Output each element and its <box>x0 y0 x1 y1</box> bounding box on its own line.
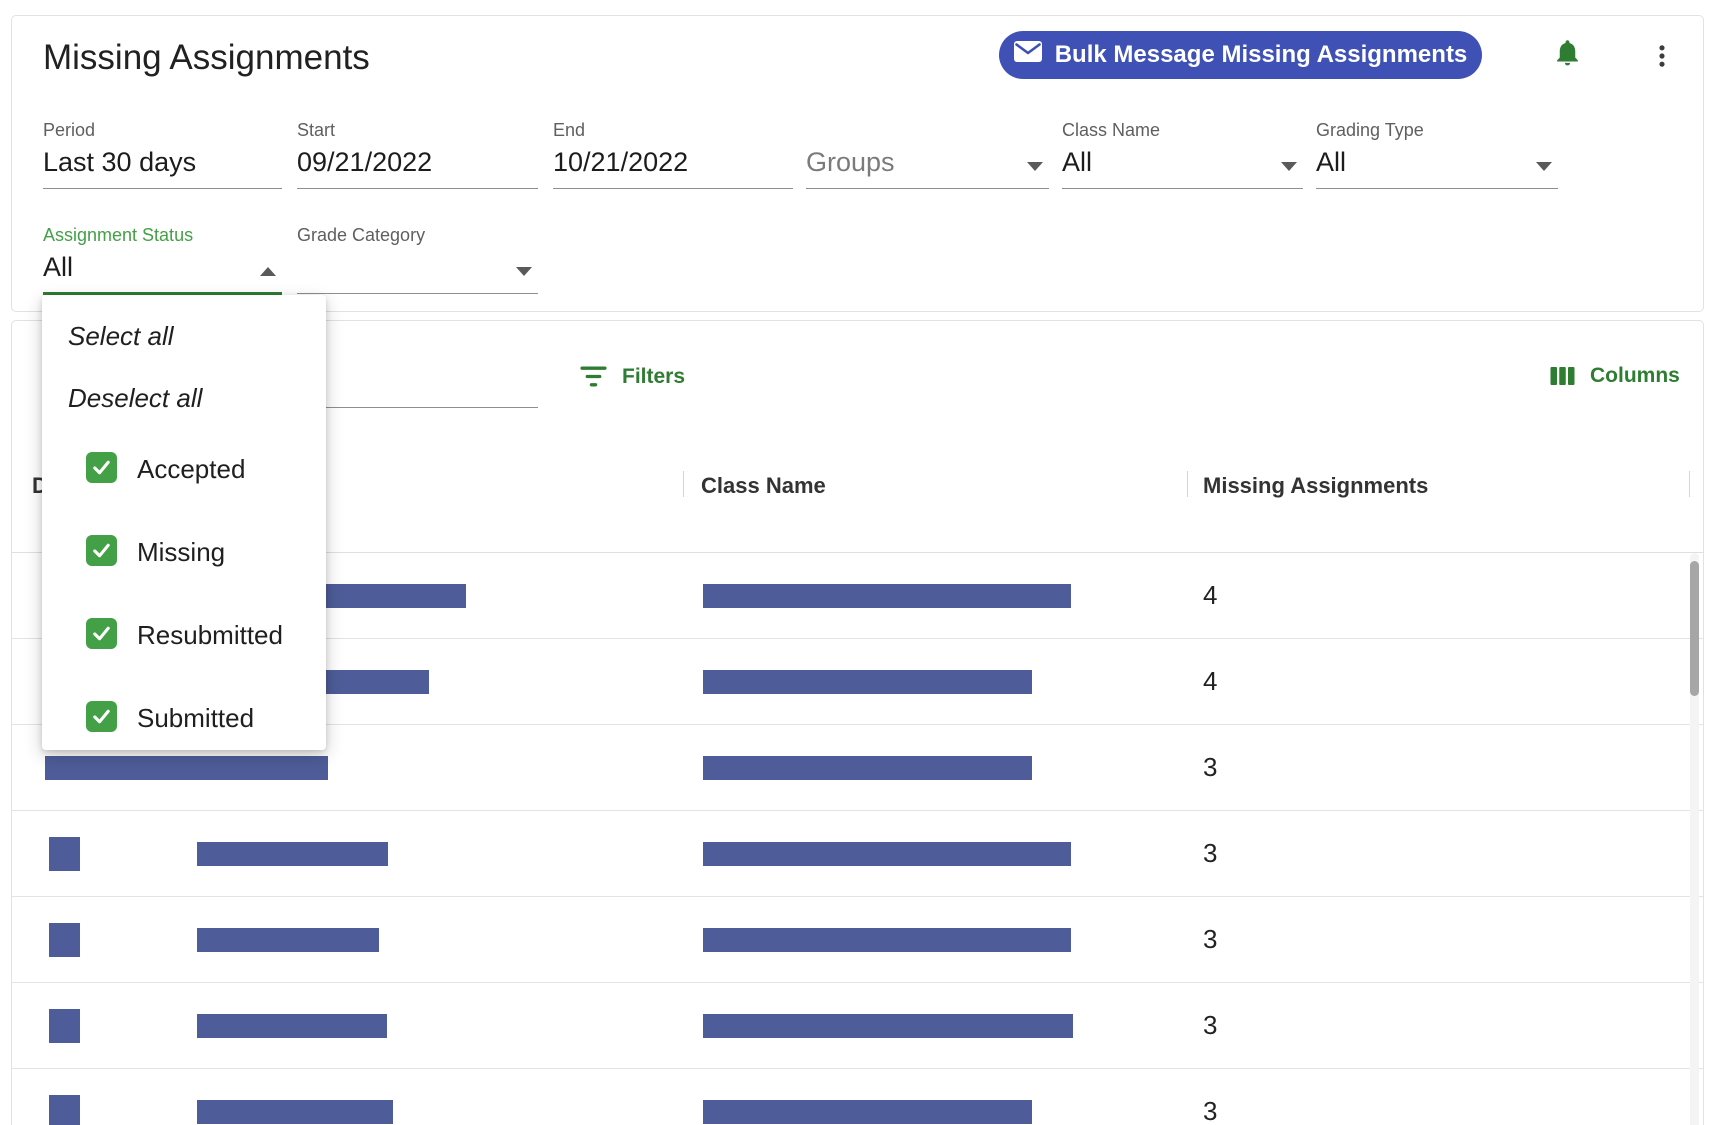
chevron-down-icon <box>516 267 532 276</box>
status-option-label: Accepted <box>137 454 246 484</box>
field-underline <box>43 188 282 189</box>
status-option-label: Resubmitted <box>137 620 283 650</box>
field-underline <box>297 188 538 189</box>
start-date-field[interactable]: Start 09/21/2022 <box>297 120 538 196</box>
redacted-avatar <box>49 837 80 871</box>
missing-count: 3 <box>1203 838 1218 868</box>
grading-type-value: All <box>1316 147 1347 177</box>
missing-count: 3 <box>1203 752 1218 782</box>
table-row[interactable]: 3 <box>12 1069 1703 1125</box>
notifications-bell-icon[interactable] <box>1552 37 1583 68</box>
redacted-student-name <box>45 756 328 780</box>
status-option-resubmitted[interactable]: Resubmitted <box>42 618 326 652</box>
column-header-missing-assignments[interactable]: Missing Assignments <box>1203 473 1428 499</box>
end-value: 10/21/2022 <box>553 147 689 177</box>
filter-icon <box>579 364 608 389</box>
groups-placeholder: Groups <box>806 147 895 177</box>
redacted-class-name <box>703 584 1071 608</box>
status-option-submitted[interactable]: Submitted <box>42 701 326 735</box>
filters-button[interactable]: Filters <box>579 364 685 389</box>
missing-count: 3 <box>1203 1010 1218 1040</box>
end-label: End <box>553 120 586 140</box>
redacted-student-name <box>197 928 379 952</box>
chevron-down-icon <box>1027 162 1043 171</box>
start-value: 09/21/2022 <box>297 147 433 177</box>
class-name-select[interactable]: Class Name All <box>1062 120 1303 196</box>
status-option-accepted[interactable]: Accepted <box>42 452 326 486</box>
page-title: Missing Assignments <box>43 38 370 77</box>
missing-count: 4 <box>1203 580 1218 610</box>
redacted-class-name <box>703 1100 1032 1124</box>
grading-type-label: Grading Type <box>1316 120 1424 140</box>
filters-card: Missing Assignments Bulk Message Missing… <box>11 15 1704 312</box>
redacted-class-name <box>703 670 1032 694</box>
missing-assignments-page: Missing Assignments Bulk Message Missing… <box>0 0 1720 1125</box>
field-underline <box>1062 188 1303 189</box>
select-all-option[interactable]: Select all <box>68 321 174 352</box>
redacted-avatar <box>49 1095 80 1125</box>
period-value: Last 30 days <box>43 147 197 177</box>
chevron-up-icon <box>260 267 276 276</box>
columns-label: Columns <box>1590 364 1680 387</box>
missing-count: 3 <box>1203 1096 1218 1125</box>
columns-icon <box>1549 364 1576 388</box>
assignment-status-value: All <box>43 252 74 282</box>
field-underline <box>806 188 1049 189</box>
checkbox-checked-icon[interactable] <box>86 618 117 649</box>
class-name-label: Class Name <box>1062 120 1161 140</box>
column-header-class-name[interactable]: Class Name <box>701 473 826 499</box>
redacted-avatar <box>49 923 80 957</box>
start-label: Start <box>297 120 336 140</box>
grade-category-label: Grade Category <box>297 225 426 245</box>
columns-button[interactable]: Columns <box>1549 364 1680 388</box>
grading-type-select[interactable]: Grading Type All <box>1316 120 1558 196</box>
field-underline <box>1316 188 1558 189</box>
field-underline <box>297 293 538 294</box>
checkbox-checked-icon[interactable] <box>86 452 117 483</box>
redacted-class-name <box>703 842 1071 866</box>
grade-category-select[interactable]: Grade Category <box>297 225 538 301</box>
redacted-avatar <box>49 1009 80 1043</box>
table-row[interactable]: 3 <box>12 897 1703 983</box>
redacted-class-name <box>703 1014 1073 1038</box>
period-field[interactable]: Period Last 30 days <box>43 120 282 196</box>
field-underline <box>553 188 793 189</box>
table-row[interactable]: 3 <box>12 983 1703 1069</box>
checkbox-checked-icon[interactable] <box>86 535 117 566</box>
assignment-status-select[interactable]: Assignment Status All <box>43 225 282 301</box>
checkbox-checked-icon[interactable] <box>86 701 117 732</box>
bulk-message-label: Bulk Message Missing Assignments <box>1054 41 1468 68</box>
redacted-class-name <box>703 928 1071 952</box>
deselect-all-option[interactable]: Deselect all <box>68 383 202 414</box>
table-scrollbar[interactable] <box>1690 553 1699 1125</box>
missing-count: 3 <box>1203 924 1218 954</box>
column-separator <box>683 471 684 497</box>
redacted-class-name <box>703 756 1032 780</box>
chevron-down-icon <box>1536 162 1552 171</box>
assignment-status-label: Assignment Status <box>43 225 194 245</box>
column-separator <box>1689 471 1690 497</box>
groups-select[interactable]: Groups <box>806 120 1049 196</box>
end-date-field[interactable]: End 10/21/2022 <box>553 120 793 196</box>
scrollbar-thumb[interactable] <box>1690 561 1699 696</box>
period-label: Period <box>43 120 96 140</box>
redacted-student-name <box>197 842 388 866</box>
status-option-label: Submitted <box>137 703 255 733</box>
filters-label: Filters <box>622 364 686 388</box>
overflow-menu-icon[interactable] <box>1648 42 1676 70</box>
envelope-icon <box>1013 41 1042 69</box>
chevron-down-icon <box>1281 162 1297 171</box>
table-row[interactable]: 3 <box>12 811 1703 897</box>
missing-count: 4 <box>1203 666 1218 696</box>
redacted-student-name <box>197 1100 393 1124</box>
status-option-missing[interactable]: Missing <box>42 535 326 569</box>
assignment-status-menu: Select all Deselect all Accepted Missing R… <box>42 295 326 750</box>
bulk-message-button[interactable]: Bulk Message Missing Assignments <box>999 31 1482 79</box>
column-separator <box>1187 471 1188 497</box>
status-option-label: Missing <box>137 537 226 567</box>
redacted-student-name <box>197 1014 387 1038</box>
class-name-value: All <box>1062 147 1093 177</box>
